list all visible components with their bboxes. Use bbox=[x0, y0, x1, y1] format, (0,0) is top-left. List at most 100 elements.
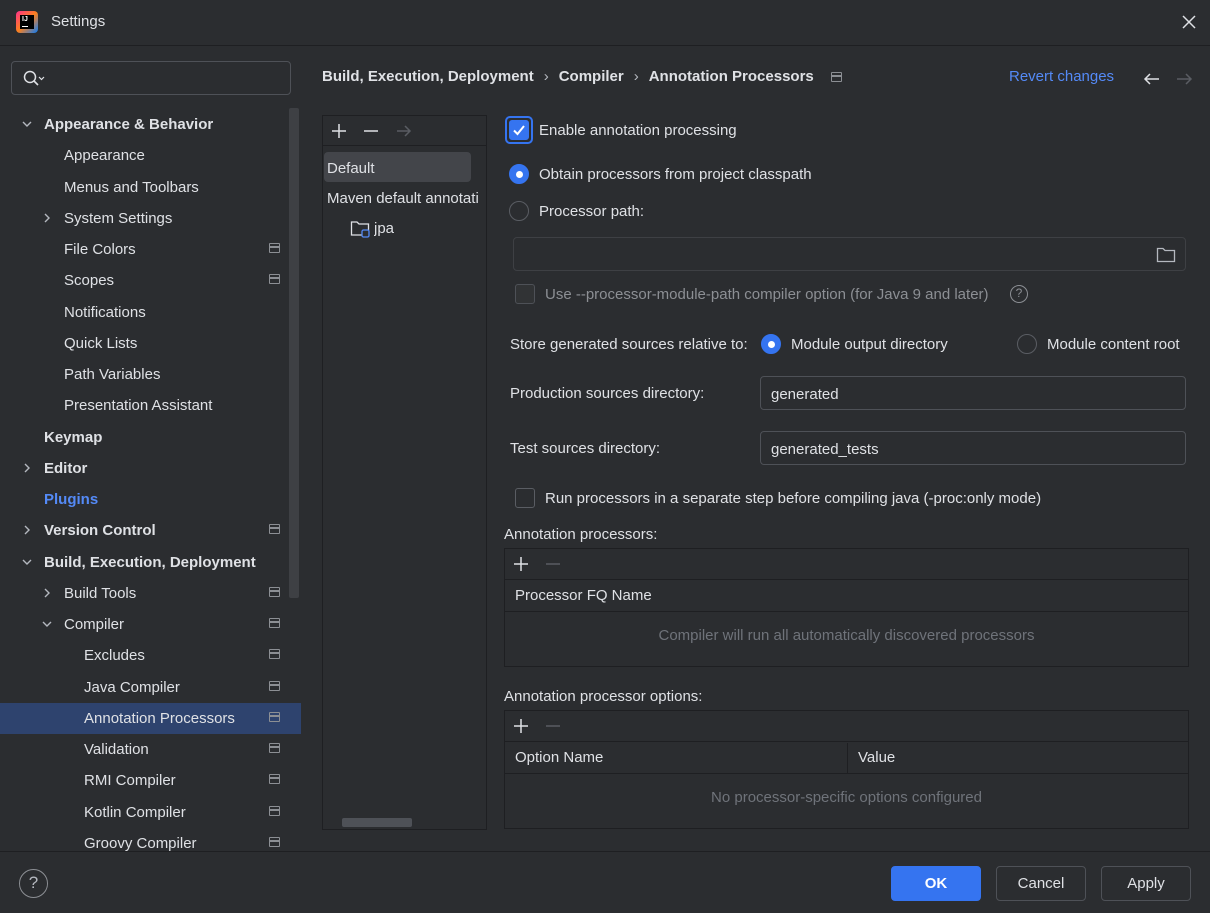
move-icon bbox=[395, 122, 413, 144]
forward-arrow-icon[interactable] bbox=[1174, 69, 1194, 93]
test-dir-field[interactable] bbox=[760, 431, 1186, 465]
chevron-down-icon[interactable] bbox=[42, 619, 52, 629]
add-icon[interactable] bbox=[330, 122, 348, 144]
processor-path-radio[interactable] bbox=[509, 201, 529, 221]
tree-item[interactable]: Appearance bbox=[0, 140, 301, 171]
project-level-icon bbox=[269, 524, 280, 534]
options-toolbar bbox=[505, 711, 1188, 742]
help-icon[interactable]: ? bbox=[1010, 285, 1028, 303]
profiles-scrollbar[interactable] bbox=[342, 818, 412, 827]
module-path-label: Use --processor-module-path compiler opt… bbox=[545, 286, 989, 303]
tree-item-label: Editor bbox=[44, 460, 88, 477]
enable-annotation-checkbox[interactable] bbox=[509, 120, 529, 140]
tree-item[interactable]: Kotlin Compiler bbox=[0, 797, 301, 828]
processor-path-field[interactable] bbox=[513, 237, 1186, 271]
tree-item[interactable]: RMI Compiler bbox=[0, 765, 301, 796]
chevron-down-icon[interactable] bbox=[22, 119, 32, 129]
tree-item[interactable]: System Settings bbox=[0, 203, 301, 234]
tree-item[interactable]: Annotation Processors bbox=[0, 703, 301, 734]
options-table: Option Name Value No processor-specific … bbox=[504, 710, 1189, 829]
tree-item-label: Quick Lists bbox=[64, 335, 138, 352]
back-arrow-icon[interactable] bbox=[1142, 69, 1162, 93]
production-dir-label: Production sources directory: bbox=[510, 385, 705, 402]
options-empty-text: No processor-specific options configured bbox=[711, 789, 982, 806]
tree-item-label: Plugins bbox=[44, 491, 99, 508]
project-level-icon bbox=[269, 712, 280, 722]
option-name-header[interactable]: Option Name bbox=[515, 749, 603, 766]
processor-path-label: Processor path: bbox=[539, 203, 645, 220]
chevron-right-icon[interactable] bbox=[42, 588, 52, 598]
revert-changes-link[interactable]: Revert changes bbox=[1009, 68, 1114, 85]
tree-item[interactable]: Build Tools bbox=[0, 578, 301, 609]
chevron-down-icon[interactable] bbox=[22, 557, 32, 567]
test-dir-input[interactable] bbox=[771, 439, 1153, 459]
module-path-checkbox[interactable] bbox=[515, 284, 535, 304]
processor-path-input[interactable] bbox=[524, 245, 1128, 265]
obtain-classpath-radio[interactable] bbox=[509, 164, 529, 184]
browse-folder-icon[interactable] bbox=[1156, 246, 1176, 268]
tree-item[interactable]: Compiler bbox=[0, 609, 301, 640]
project-level-icon bbox=[831, 72, 842, 82]
module-content-radio[interactable] bbox=[1017, 334, 1037, 354]
tree-item-label: Notifications bbox=[64, 304, 146, 321]
chevron-right-icon[interactable] bbox=[22, 463, 32, 473]
tree-item[interactable]: Path Variables bbox=[0, 359, 301, 390]
tree-item-label: Appearance & Behavior bbox=[44, 116, 214, 133]
tree-item[interactable]: Appearance & Behavior bbox=[0, 109, 301, 140]
chevron-right-icon[interactable] bbox=[42, 213, 52, 223]
close-icon[interactable] bbox=[1178, 11, 1200, 33]
remove-icon bbox=[544, 717, 562, 739]
cancel-button[interactable]: Cancel bbox=[996, 866, 1086, 901]
add-icon[interactable] bbox=[512, 717, 530, 739]
tree-item[interactable]: Validation bbox=[0, 734, 301, 765]
breadcrumb-item[interactable]: Build, Execution, Deployment bbox=[322, 68, 534, 85]
production-dir-input[interactable] bbox=[771, 384, 1153, 404]
settings-search[interactable] bbox=[11, 61, 291, 95]
module-output-radio[interactable] bbox=[761, 334, 781, 354]
project-level-icon bbox=[269, 243, 280, 253]
tree-item[interactable]: File Colors bbox=[0, 234, 301, 265]
project-level-icon bbox=[269, 681, 280, 691]
tree-item-label: Compiler bbox=[64, 616, 125, 633]
tree-item[interactable]: Editor bbox=[0, 453, 301, 484]
tree-item[interactable]: Version Control bbox=[0, 515, 301, 546]
tree-item[interactable]: Presentation Assistant bbox=[0, 390, 301, 421]
tree-item-label: Path Variables bbox=[64, 366, 161, 383]
tree-item[interactable]: Excludes bbox=[0, 640, 301, 671]
add-icon[interactable] bbox=[512, 555, 530, 577]
tree-item-label: Kotlin Compiler bbox=[84, 804, 186, 821]
tree-scrollbar[interactable] bbox=[289, 108, 299, 598]
production-dir-field[interactable] bbox=[760, 376, 1186, 410]
tree-item[interactable]: Java Compiler bbox=[0, 672, 301, 703]
project-level-icon bbox=[269, 618, 280, 628]
processors-table: Processor FQ Name Compiler will run all … bbox=[504, 548, 1189, 667]
profile-jpa[interactable]: jpa bbox=[374, 220, 394, 237]
apply-button[interactable]: Apply bbox=[1101, 866, 1191, 901]
profile-default[interactable]: Default bbox=[327, 160, 375, 177]
tree-item-label: Scopes bbox=[64, 272, 115, 289]
tree-item[interactable]: Notifications bbox=[0, 297, 301, 328]
chevron-right-icon[interactable] bbox=[22, 525, 32, 535]
settings-tree: Appearance & Behavior Appearance Menus and… bbox=[0, 108, 301, 854]
tree-item[interactable]: Quick Lists bbox=[0, 328, 301, 359]
tree-item-label: Excludes bbox=[84, 647, 145, 664]
remove-icon[interactable] bbox=[362, 122, 380, 144]
tree-item[interactable]: Plugins bbox=[0, 484, 301, 515]
breadcrumb-item[interactable]: Compiler bbox=[559, 68, 624, 85]
tree-item[interactable]: Keymap bbox=[0, 422, 301, 453]
run-separate-checkbox[interactable] bbox=[515, 488, 535, 508]
column-header[interactable]: Processor FQ Name bbox=[515, 587, 652, 604]
tree-item[interactable]: Build, Execution, Deployment bbox=[0, 547, 301, 578]
remove-icon bbox=[544, 555, 562, 577]
tree-item[interactable]: Scopes bbox=[0, 265, 301, 296]
column-divider[interactable] bbox=[847, 743, 848, 774]
tree-item[interactable]: Menus and Toolbars bbox=[0, 172, 301, 203]
profiles-toolbar bbox=[323, 116, 486, 146]
tree-item-label: Build Tools bbox=[64, 585, 137, 602]
tree-item-label: Appearance bbox=[64, 147, 145, 164]
profile-maven[interactable]: Maven default annotati bbox=[327, 190, 485, 207]
ok-button[interactable]: OK bbox=[891, 866, 981, 901]
help-button[interactable]: ? bbox=[19, 869, 48, 898]
search-input[interactable] bbox=[52, 68, 282, 88]
value-header[interactable]: Value bbox=[858, 749, 895, 766]
